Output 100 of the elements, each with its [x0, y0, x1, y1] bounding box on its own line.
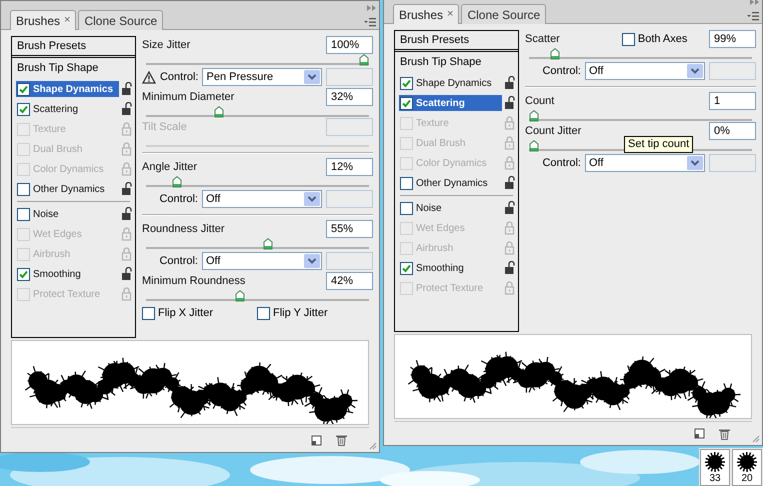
checkbox[interactable] — [142, 306, 155, 320]
sidebar-item[interactable]: Brush Tip Shape — [12, 58, 135, 79]
brush-tip-icon — [736, 451, 758, 473]
slider-label: Size Jitter — [142, 38, 190, 53]
slider-track[interactable] — [529, 48, 752, 60]
slider-label: Minimum Roundness — [142, 274, 246, 289]
slider-thumb[interactable] — [529, 110, 539, 122]
collapse-icon[interactable] — [750, 0, 759, 5]
lock-icon[interactable] — [504, 261, 515, 275]
brush-thumbnail[interactable]: 20 — [732, 449, 762, 486]
value-field[interactable]: 99% — [709, 30, 756, 48]
trash-icon[interactable] — [719, 428, 730, 440]
slider-track[interactable] — [146, 176, 369, 188]
slider-label: Count Jitter — [525, 124, 582, 139]
tab[interactable]: Clone Source — [78, 10, 164, 30]
checkbox[interactable] — [400, 76, 413, 90]
value-field[interactable]: 0% — [709, 122, 756, 140]
checkbox-label: Both Axes — [638, 32, 688, 47]
slider-track[interactable] — [146, 106, 369, 118]
slider-track[interactable] — [146, 238, 369, 250]
checkbox[interactable] — [400, 202, 413, 214]
brush-presets-button[interactable]: Brush Presets — [12, 37, 135, 58]
sidebar-item[interactable]: Scattering — [16, 101, 119, 117]
brush-presets-button[interactable]: Brush Presets — [395, 31, 518, 52]
sidebar-item[interactable]: Other Dynamics — [399, 175, 502, 191]
value-field[interactable] — [709, 62, 756, 80]
slider-thumb[interactable] — [550, 48, 560, 60]
value-field[interactable]: 1 — [709, 92, 756, 110]
control-dropdown[interactable]: Off — [202, 190, 322, 208]
sidebar-item[interactable]: Noise — [16, 206, 119, 222]
menu-icon[interactable] — [364, 18, 376, 27]
sidebar-item[interactable]: Shape Dynamics — [399, 75, 502, 91]
lock-icon[interactable] — [121, 207, 132, 221]
lock-icon[interactable] — [504, 96, 515, 110]
slider-label: Angle Jitter — [142, 160, 198, 175]
resize-grip-icon[interactable] — [369, 442, 377, 450]
close-icon[interactable]: × — [447, 6, 454, 23]
new-brush-icon[interactable] — [694, 428, 705, 439]
close-icon[interactable]: × — [64, 12, 70, 29]
tab[interactable]: Brushes × — [393, 4, 460, 24]
slider-label: Count — [525, 94, 554, 109]
checkbox[interactable] — [17, 102, 30, 116]
slider-track[interactable] — [146, 290, 369, 302]
new-brush-icon[interactable] — [311, 434, 322, 446]
checkbox[interactable] — [257, 306, 270, 320]
brush-tip-icon — [704, 451, 726, 473]
control-label: Control: — [542, 64, 581, 79]
checkbox[interactable] — [400, 96, 413, 110]
slider-label: Scatter — [525, 32, 560, 47]
lock-icon[interactable] — [121, 267, 132, 281]
value-field[interactable] — [326, 68, 373, 86]
checkbox[interactable] — [17, 268, 30, 280]
lock-icon[interactable] — [121, 182, 132, 196]
brush-thumbnail[interactable]: 33 — [700, 449, 730, 486]
sidebar-item[interactable]: Scattering — [399, 95, 502, 111]
resize-grip-icon[interactable] — [752, 435, 760, 443]
slider-thumb[interactable] — [359, 54, 369, 66]
value-field[interactable]: 55% — [326, 220, 373, 238]
checkbox[interactable] — [17, 182, 30, 196]
sidebar-item[interactable]: Noise — [399, 200, 502, 216]
value-field[interactable] — [326, 190, 373, 208]
slider-thumb[interactable] — [529, 140, 539, 152]
lock-icon[interactable] — [504, 201, 515, 215]
slider-thumb[interactable] — [172, 176, 182, 188]
lock-icon[interactable] — [504, 76, 515, 90]
value-field[interactable]: 42% — [326, 272, 373, 290]
value-field[interactable] — [709, 154, 756, 172]
control-dropdown[interactable]: Off — [202, 252, 322, 270]
menu-icon[interactable] — [747, 12, 759, 21]
value-field[interactable]: 12% — [326, 158, 373, 176]
slider-track[interactable] — [146, 54, 369, 66]
collapse-icon[interactable] — [367, 5, 376, 11]
sidebar-item[interactable]: Shape Dynamics — [16, 81, 119, 97]
lock-icon[interactable] — [504, 176, 515, 190]
checkbox[interactable] — [400, 176, 413, 190]
checkbox-label: Flip X Jitter — [158, 306, 214, 321]
slider-track[interactable] — [529, 110, 752, 122]
sidebar-item[interactable]: Smoothing — [16, 266, 119, 282]
tab[interactable]: Clone Source — [461, 4, 546, 24]
sidebar-item[interactable]: Other Dynamics — [16, 181, 119, 197]
slider-thumb[interactable] — [235, 290, 246, 302]
value-field[interactable] — [326, 252, 373, 270]
lock-icon[interactable] — [121, 102, 132, 116]
slider-thumb[interactable] — [263, 238, 274, 250]
checkbox[interactable] — [400, 262, 413, 274]
control-label: Control: — [160, 70, 198, 85]
checkbox[interactable] — [17, 82, 30, 96]
sidebar-item[interactable]: Smoothing — [399, 260, 502, 276]
control-dropdown[interactable]: Pen Pressure — [202, 68, 322, 86]
control-dropdown[interactable]: Off — [585, 154, 705, 172]
slider-label: Tilt Scale — [142, 120, 187, 135]
checkbox[interactable] — [17, 208, 30, 220]
sidebar-item[interactable]: Brush Tip Shape — [395, 52, 518, 73]
checkbox[interactable] — [622, 32, 635, 46]
lock-icon[interactable] — [121, 82, 132, 96]
trash-icon[interactable] — [336, 434, 347, 446]
slider-thumb[interactable] — [214, 106, 224, 118]
value-field[interactable]: 32% — [326, 88, 373, 106]
control-dropdown[interactable]: Off — [585, 62, 705, 80]
tab[interactable]: Brushes × — [10, 10, 76, 30]
